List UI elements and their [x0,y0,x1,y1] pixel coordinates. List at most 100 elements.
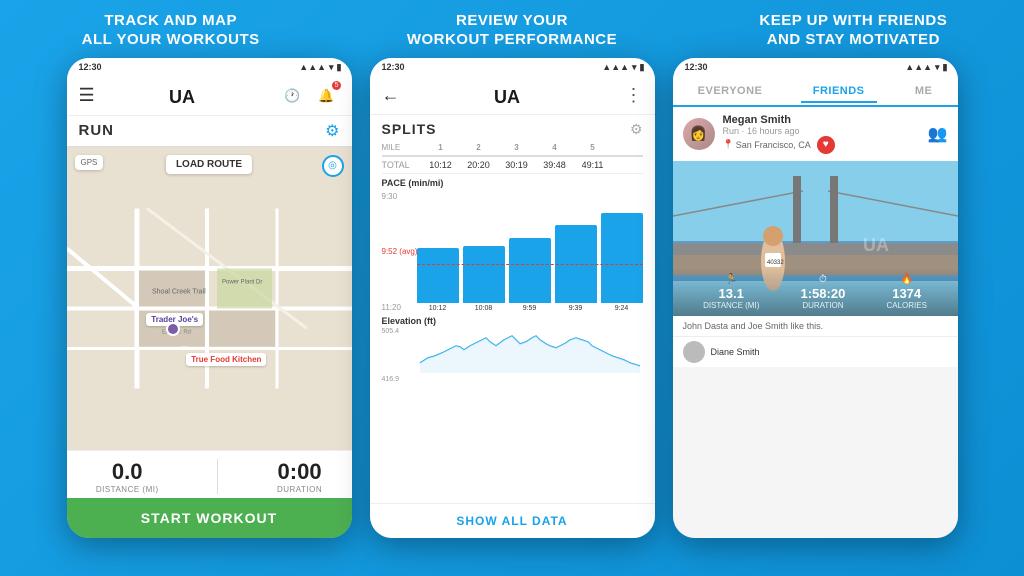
splits-content: SPLITS ⚙ MILE 1 2 3 4 5 TOTAL 10:12 20:2… [370,115,655,503]
target-icon[interactable] [322,155,344,177]
stats-row: 0.0 DISTANCE (MI) 0:00 DURATION [67,450,352,498]
duration-label: DURATION [277,485,322,494]
headline-1: TRACK AND MAP ALL YOUR WORKOUTS [21,12,321,50]
feed-duration-label: DURATION [801,301,846,310]
pace-bar-5: 9:24 [601,213,643,312]
phone-track: 12:30 ▲▲▲ ▾ ▮ ☰ UA 🕐 🔔 5 [67,58,352,538]
pace-bar-5-fill [601,213,643,303]
pace-section: PACE (min/mi) 9:30 9:52 (avg) 11:20 10:1… [370,174,655,312]
true-food-label: True Food Kitchen [186,353,266,366]
notification-badge: 5 [332,81,342,90]
tab-everyone[interactable]: EVERYONE [686,81,775,101]
splits-table: MILE 1 2 3 4 5 TOTAL 10:12 20:20 30:19 3… [370,140,655,174]
heart-action[interactable]: ♥ [817,136,835,154]
feed-content: 👩 Megan Smith Run · 16 hours ago 📍 San F… [673,107,958,538]
notifications-icon-wrap[interactable]: 🔔 5 [313,83,339,109]
battery-icon-3: ▮ [943,62,948,73]
under-armour-logo: UA [167,83,207,108]
start-workout-button[interactable]: START WORKOUT [67,498,352,538]
wifi-icon: ▾ [329,62,334,73]
app-top-bar-2: ← UA ⋮ [370,77,655,115]
headline-2-line1: REVIEW YOUR [456,12,568,29]
pace-y-2: 9:52 (avg) [382,247,418,256]
feed-distance-stat: 🏃 13.1 DISTANCE (MI) [703,274,759,310]
elevation-section: Elevation (ft) 505.4 416.9 [370,312,655,503]
history-icon[interactable]: 🕐 [279,83,305,109]
show-all-data-button[interactable]: SHOW ALL DATA [370,503,655,538]
headline-2-line2: WORKOUT PERFORMANCE [407,31,617,48]
phone-performance: 12:30 ▲▲▲ ▾ ▮ ← UA ⋮ SPLITS ⚙ [370,58,655,538]
elevation-title: Elevation (ft) [382,316,643,326]
mile-5-header: 5 [574,143,612,152]
run-header: RUN ⚙ [67,116,352,147]
back-icon[interactable]: ← [382,85,400,106]
pace-bar-1: 10:12 [417,248,459,312]
splits-title: SPLITS [382,121,437,137]
svg-text:Shoal Creek Trail: Shoal Creek Trail [152,288,206,295]
total-1: 10:12 [422,160,460,170]
feed-calories-stat: 🔥 1374 CALORIES [886,274,926,310]
commenter-name: Diane Smith [711,347,760,357]
under-armour-logo-2: UA [492,83,532,108]
pace-bar-2-fill [463,246,505,303]
elevation-chart: 505.4 416.9 [382,328,643,383]
feed-stats-overlay: 🏃 13.1 DISTANCE (MI) ⏱ 1:58:20 DURATION … [673,268,958,316]
pace-bar-3-label: 9:59 [523,305,537,312]
duration-stat: 0:00 DURATION [277,459,322,494]
duration-icon: ⏱ [801,274,846,285]
commenter-avatar [683,341,705,363]
feed-duration-stat: ⏱ 1:58:20 DURATION [801,274,846,310]
elevation-svg [417,328,643,373]
mile-2-header: 2 [460,143,498,152]
distance-value: 0.0 [96,459,159,485]
add-friend-icon[interactable]: 👥 [928,124,948,144]
tab-me[interactable]: ME [903,81,945,101]
load-route-button[interactable]: LOAD ROUTE [166,155,252,174]
map-area[interactable]: Shoal Creek Trail Power Plant Dr Electri… [67,147,352,450]
distance-label: DISTANCE (MI) [96,485,159,494]
feed-calories-value: 1374 [886,286,926,301]
phones-row: 12:30 ▲▲▲ ▾ ▮ ☰ UA 🕐 🔔 5 [0,58,1024,538]
pace-bar-1-label: 10:12 [429,305,447,312]
status-bar-2: 12:30 ▲▲▲ ▾ ▮ [370,58,655,77]
feed-comment-row: Diane Smith [673,337,958,367]
headline-3: KEEP UP WITH FRIENDS AND STAY MOTIVATED [703,12,1003,50]
svg-text:UA: UA [169,87,195,107]
menu-icon[interactable]: ☰ [79,85,95,106]
tab-friends[interactable]: FRIENDS [801,81,877,103]
feed-user-meta: Megan Smith Run · 16 hours ago 📍 San Fra… [723,114,920,154]
feed-location: 📍 San Francisco, CA ♥ [723,136,920,154]
feed-tabs: EVERYONE FRIENDS ME [673,77,958,107]
pace-bar-4-label: 9:39 [569,305,583,312]
svg-text:Power Plant Dr: Power Plant Dr [222,279,262,285]
headline-1-line2: ALL YOUR WORKOUTS [82,31,260,48]
distance-icon: 🏃 [703,274,759,285]
elev-y-2: 416.9 [382,376,400,383]
pace-bar-1-fill [417,248,459,303]
pace-y-labels: 9:30 9:52 (avg) 11:20 [382,192,418,312]
phone-friends: 12:30 ▲▲▲ ▾ ▮ EVERYONE FRIENDS ME 👩 Mega… [673,58,958,538]
signal-icon-3: ▲▲▲ [905,62,932,72]
pace-y-3: 11:20 [382,303,418,312]
signal-icon: ▲▲▲ [299,62,326,72]
pace-title: PACE (min/mi) [382,178,643,188]
svg-text:40332: 40332 [767,260,784,266]
feed-duration-value: 1:58:20 [801,286,846,301]
status-time-3: 12:30 [685,62,708,72]
pace-chart: 9:30 9:52 (avg) 11:20 10:12 10:08 [382,192,643,312]
splits-settings-icon[interactable]: ⚙ [630,121,643,138]
headline-1-line1: TRACK AND MAP [104,12,237,29]
settings-icon[interactable]: ⚙ [325,121,339,141]
more-icon[interactable]: ⋮ [625,85,643,106]
likes-text: John Dasta and Joe Smith like this. [683,321,824,331]
headlines-row: TRACK AND MAP ALL YOUR WORKOUTS REVIEW Y… [0,0,1024,58]
signal-icon-2: ▲▲▲ [602,62,629,72]
duration-value: 0:00 [277,459,322,485]
avg-pace-line [417,264,643,265]
feed-likes: John Dasta and Joe Smith like this. [673,316,958,337]
gps-button[interactable]: GPS [75,155,104,170]
status-icons-2: ▲▲▲ ▾ ▮ [602,62,644,73]
battery-icon: ▮ [337,62,342,73]
feed-calories-label: CALORIES [886,301,926,310]
app-top-bar-1: ☰ UA 🕐 🔔 5 [67,77,352,116]
